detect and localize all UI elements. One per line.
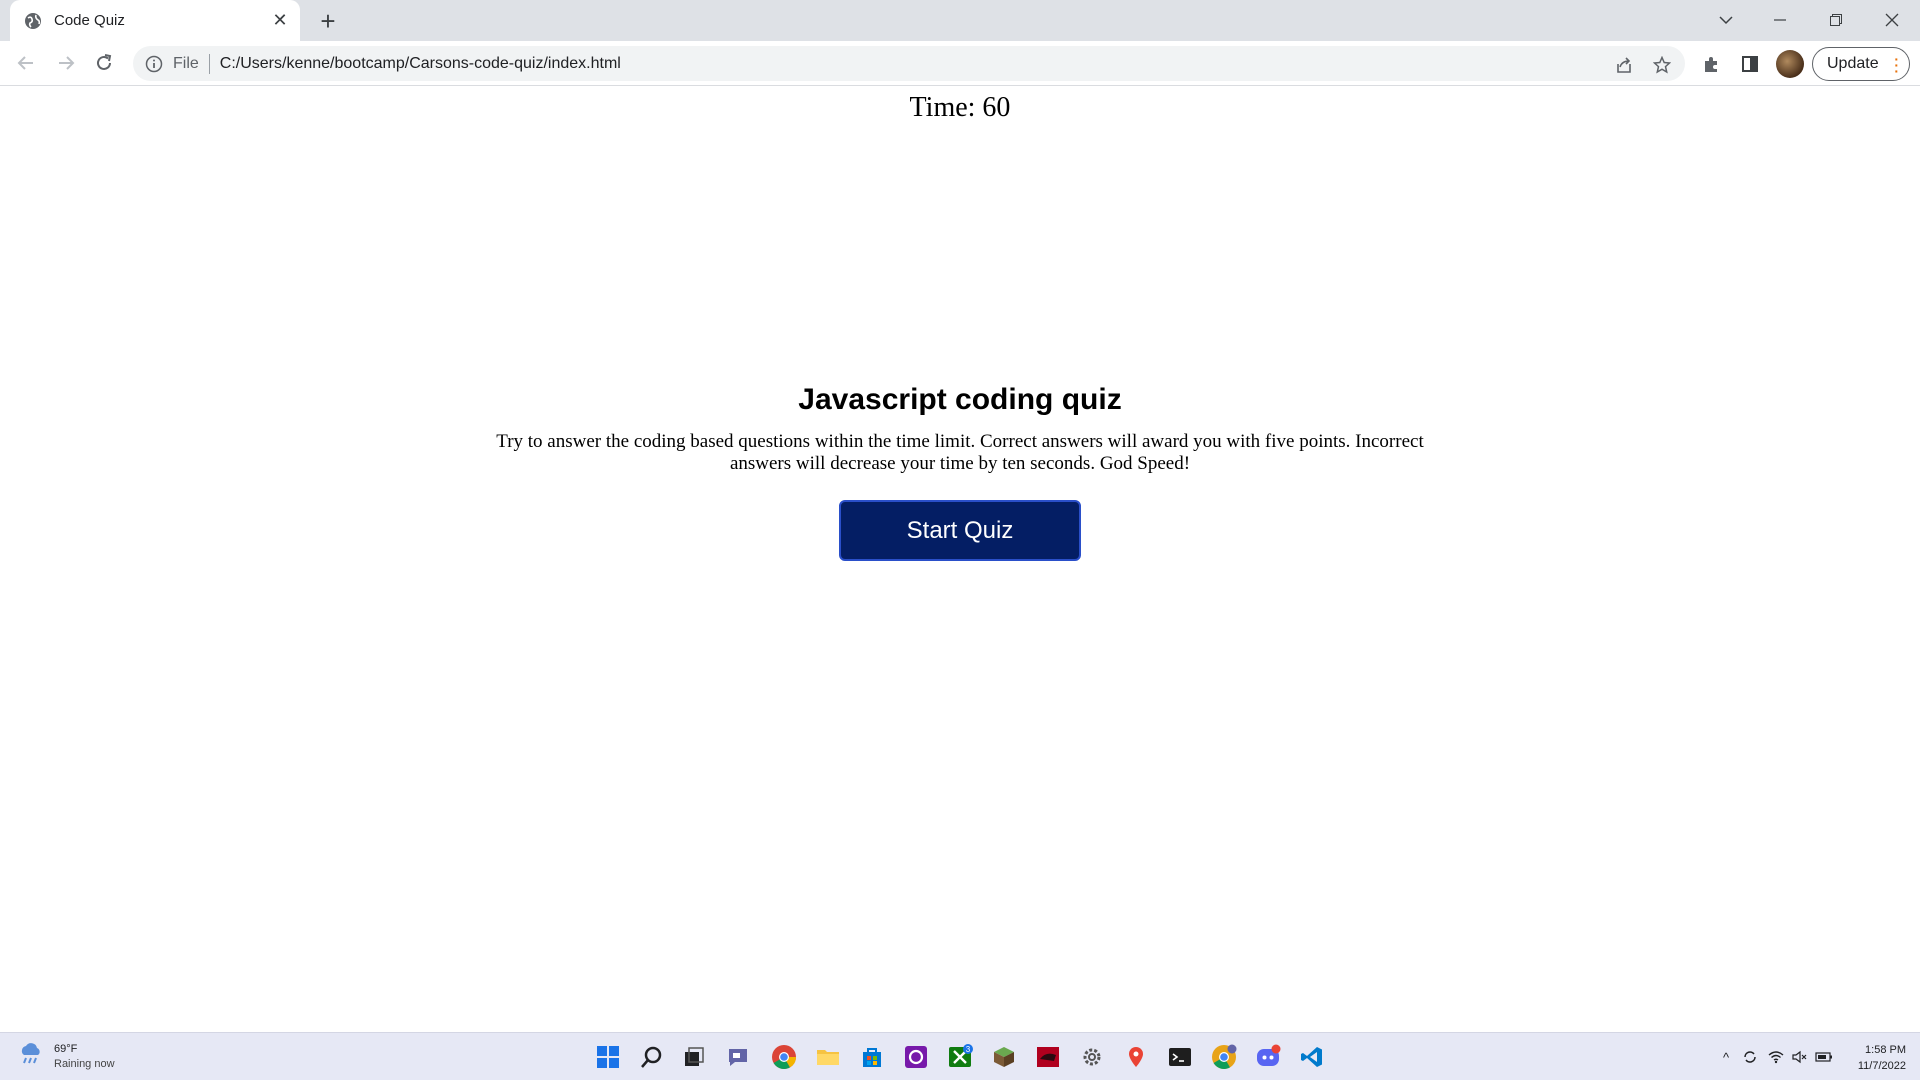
side-panel-icon[interactable] <box>1738 52 1762 76</box>
discord-icon[interactable] <box>1252 1041 1284 1073</box>
task-view-icon[interactable] <box>678 1041 710 1073</box>
system-clock[interactable]: 1:58 PM 11/7/2022 <box>1846 1042 1906 1074</box>
update-label: Update <box>1827 55 1879 72</box>
quiz-description: Try to answer the coding based questions… <box>496 431 1424 474</box>
browser-titlebar: Code Quiz ✕ + <box>0 0 1920 41</box>
clock-time: 1:58 PM <box>1865 1044 1906 1056</box>
chevron-up-icon[interactable]: ^ <box>1716 1047 1736 1067</box>
chrome-canary-icon[interactable] <box>1208 1041 1240 1073</box>
minecraft-icon[interactable] <box>988 1041 1020 1073</box>
close-tab-icon[interactable]: ✕ <box>270 10 290 31</box>
quiz-intro: Javascript coding quiz Try to answer the… <box>0 383 1920 561</box>
weather-widget[interactable]: 69°F Raining now <box>18 1041 115 1072</box>
tab-search-icon[interactable] <box>1708 5 1744 35</box>
red-app-icon[interactable] <box>1032 1041 1064 1073</box>
microsoft-store-icon[interactable] <box>856 1041 888 1073</box>
quiz-title: Javascript coding quiz <box>798 383 1122 416</box>
maps-icon[interactable] <box>1120 1041 1152 1073</box>
menu-dots-icon: · · · <box>1894 51 1899 79</box>
vscode-icon[interactable] <box>1296 1041 1328 1073</box>
start-quiz-button[interactable]: Start Quiz <box>839 500 1081 561</box>
purple-app-icon[interactable] <box>900 1041 932 1073</box>
address-url[interactable]: C:/Users/kenne/bootcamp/Carsons-code-qui… <box>220 55 621 73</box>
profile-avatar[interactable] <box>1776 50 1804 78</box>
bookmark-star-icon[interactable] <box>1651 54 1673 76</box>
share-icon[interactable] <box>1613 54 1635 76</box>
address-divider <box>208 53 210 74</box>
windows-taskbar: 69°F Raining now 3 ^ 1:58 PM 11/7/2022 <box>0 1032 1920 1080</box>
update-button[interactable]: Update · · · <box>1812 47 1910 81</box>
minimize-button[interactable] <box>1762 5 1798 35</box>
clock-date: 11/7/2022 <box>1857 1060 1906 1072</box>
volume-muted-icon[interactable] <box>1790 1047 1810 1067</box>
search-icon[interactable] <box>636 1041 668 1073</box>
globe-icon <box>24 12 42 30</box>
sync-icon[interactable] <box>1740 1047 1760 1067</box>
weather-status: Raining now <box>54 1057 115 1070</box>
timer-display: Time: 60 <box>909 92 1011 123</box>
rain-cloud-icon <box>18 1041 44 1072</box>
terminal-icon[interactable] <box>1164 1041 1196 1073</box>
back-icon[interactable] <box>12 49 40 77</box>
tab-title: Code Quiz <box>54 12 125 29</box>
address-scheme-label: File <box>173 54 199 72</box>
reload-icon[interactable] <box>90 49 118 77</box>
address-bar[interactable]: File C:/Users/kenne/bootcamp/Carsons-cod… <box>133 46 1685 81</box>
xbox-badge: 3 <box>966 1045 971 1054</box>
forward-icon[interactable] <box>52 49 80 77</box>
chrome-icon[interactable] <box>768 1041 800 1073</box>
new-tab-button[interactable]: + <box>316 6 340 36</box>
settings-icon[interactable] <box>1076 1041 1108 1073</box>
restore-button[interactable] <box>1818 5 1854 35</box>
teams-chat-icon[interactable] <box>722 1041 754 1073</box>
browser-toolbar: File C:/Users/kenne/bootcamp/Carsons-cod… <box>0 41 1920 86</box>
weather-temp: 69°F <box>54 1042 78 1055</box>
wifi-icon[interactable] <box>1766 1047 1786 1067</box>
info-icon[interactable] <box>145 55 163 73</box>
battery-icon[interactable] <box>1814 1047 1834 1067</box>
xbox-icon[interactable]: 3 <box>944 1041 976 1073</box>
file-explorer-icon[interactable] <box>812 1041 844 1073</box>
windows-start-icon[interactable] <box>592 1041 624 1073</box>
page-content: Time: 60 Javascript coding quiz Try to a… <box>0 87 1920 1032</box>
extensions-icon[interactable] <box>1700 52 1724 76</box>
browser-tab[interactable]: Code Quiz ✕ <box>10 0 300 41</box>
close-window-button[interactable] <box>1874 5 1910 35</box>
